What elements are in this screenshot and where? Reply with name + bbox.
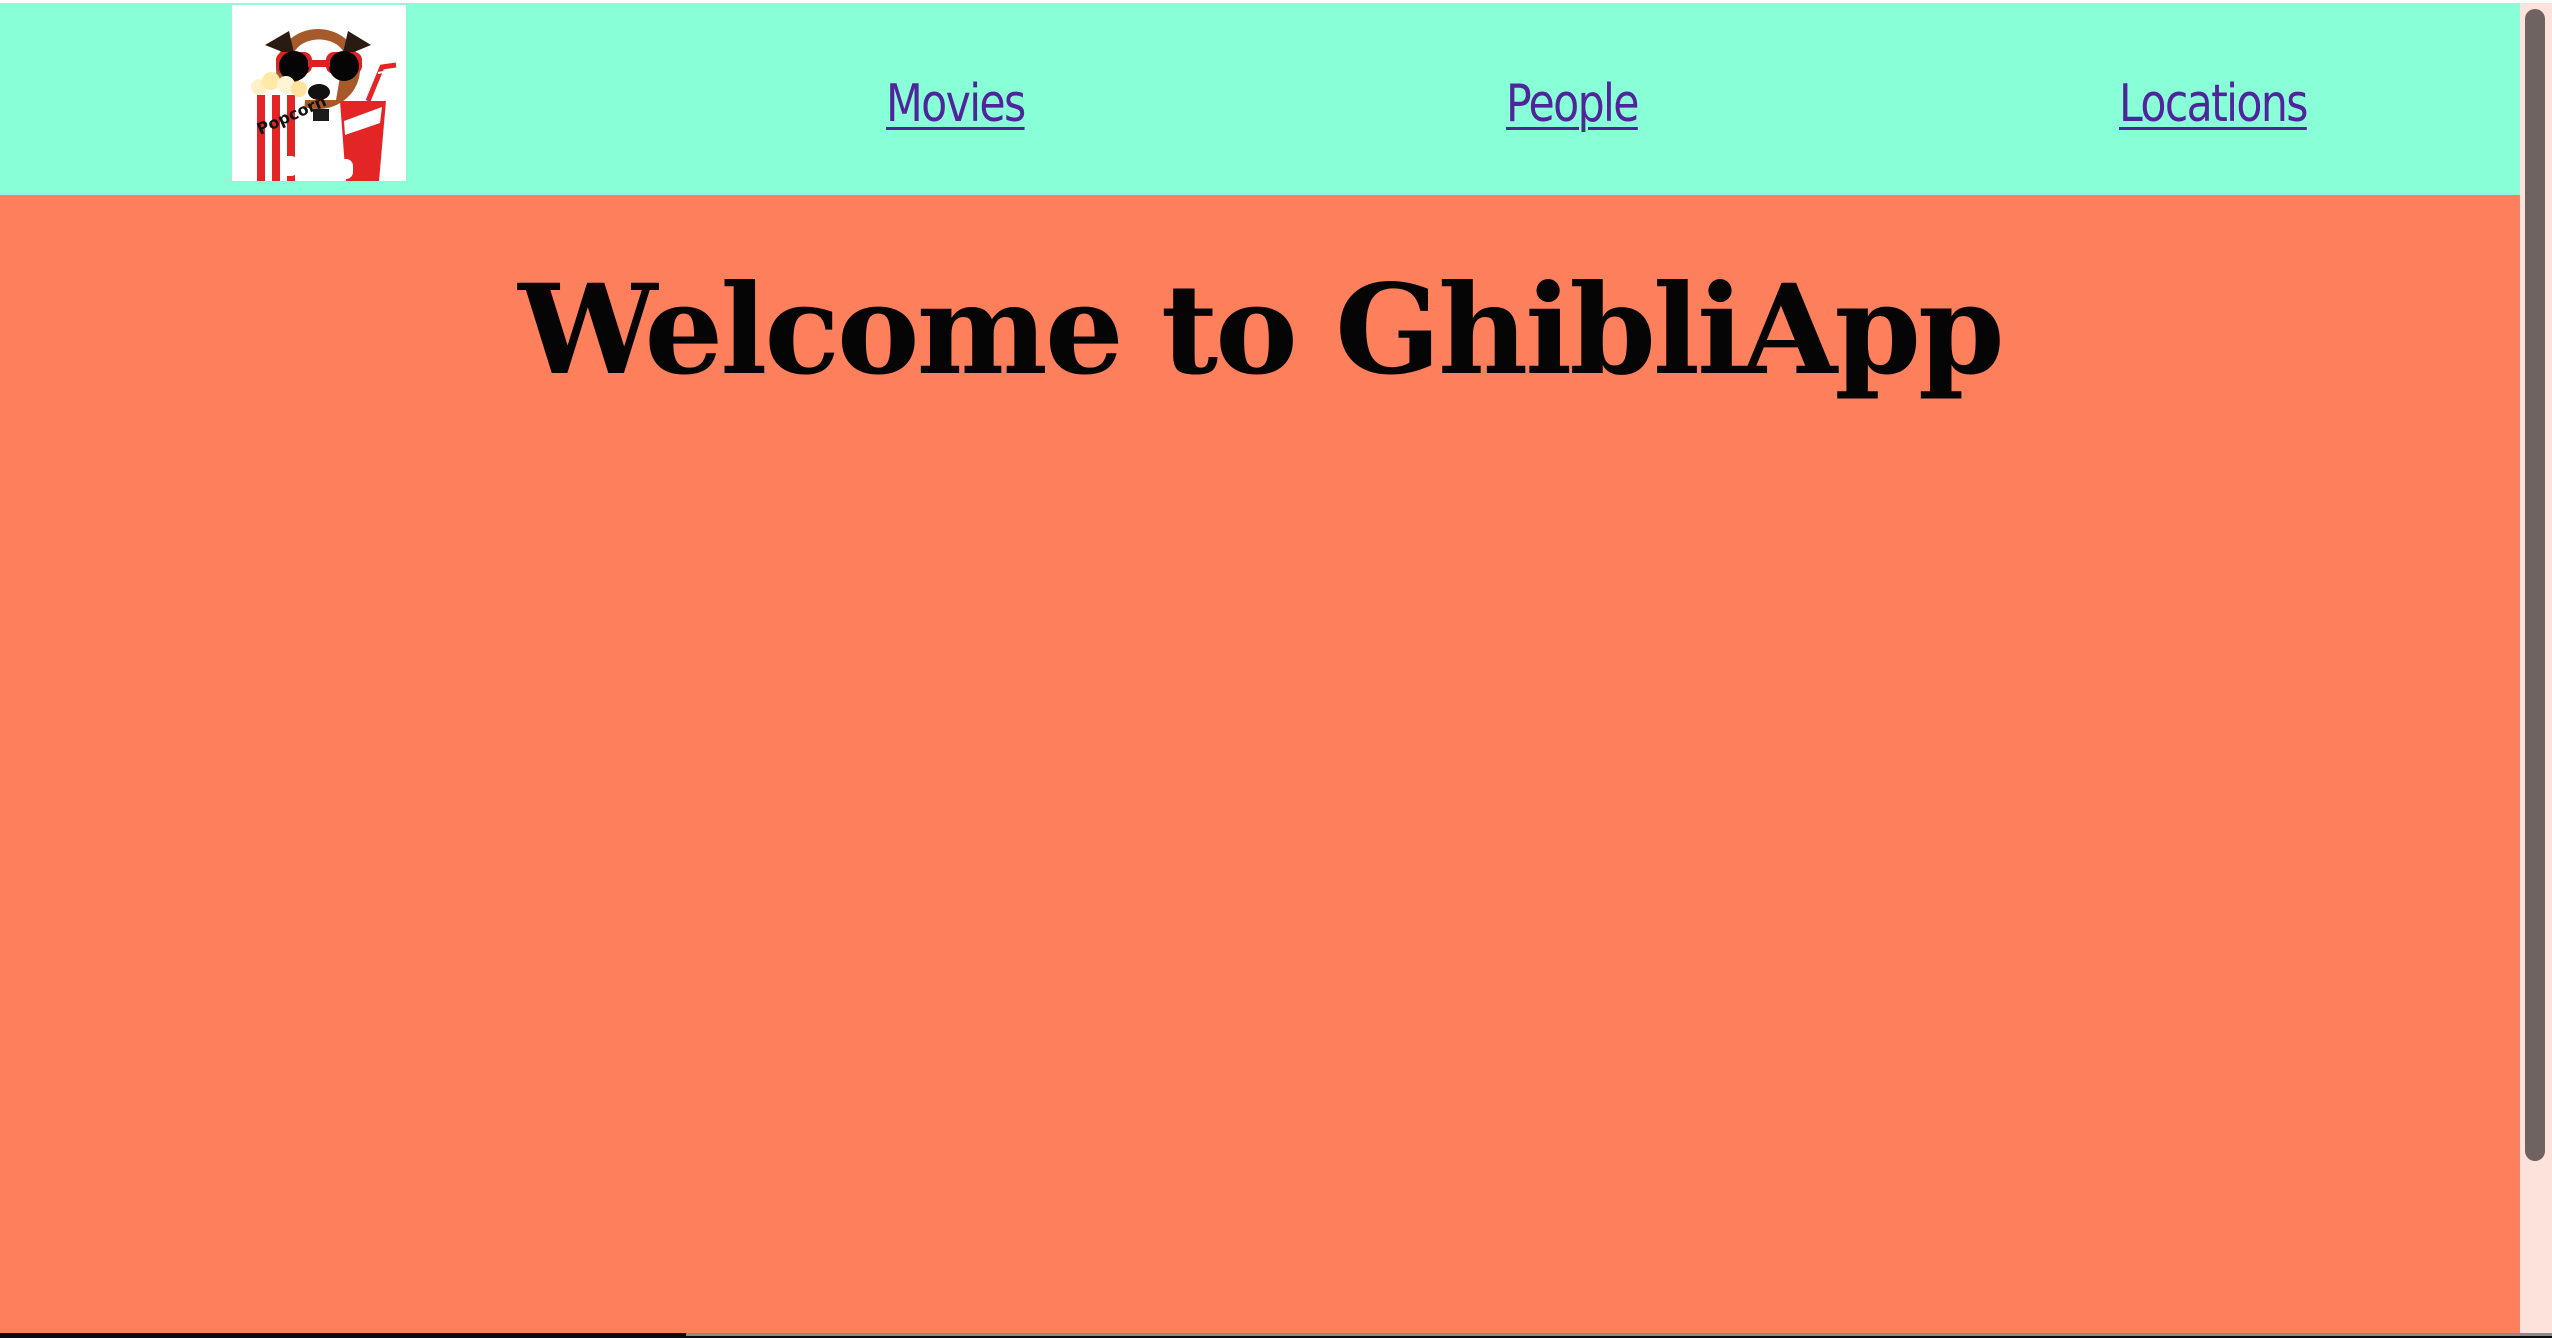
nav-link-movies[interactable]: Movies bbox=[886, 69, 1026, 139]
page-title: Welcome to GhibliApp bbox=[518, 258, 2004, 403]
scrollbar-thumb[interactable] bbox=[2525, 9, 2545, 1161]
navbar: Popcorn Movies People Locations bbox=[0, 3, 2520, 195]
nav-link-people[interactable]: People bbox=[1506, 69, 1639, 139]
nav-link-locations[interactable]: Locations bbox=[2119, 69, 2308, 139]
popcorn-dog-icon: Popcorn bbox=[232, 5, 406, 181]
app-viewport: Popcorn Movies People Locations Welcome … bbox=[0, 3, 2520, 1333]
logo[interactable]: Popcorn bbox=[232, 5, 406, 181]
vertical-scrollbar[interactable] bbox=[2520, 3, 2552, 1333]
bottom-border-highlight bbox=[686, 1333, 2552, 1336]
